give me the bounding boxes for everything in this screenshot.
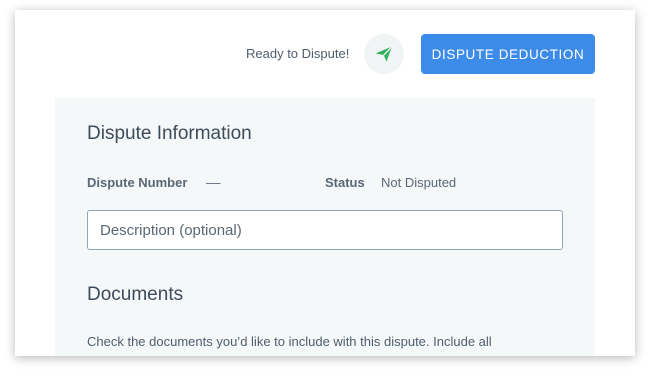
dispute-card: Ready to Dispute! DISPUTE DEDUCTION Disp… — [15, 10, 635, 356]
ready-status-text: Ready to Dispute! — [246, 46, 350, 61]
dispute-number-value: –– — [206, 175, 221, 190]
documents-description: Check the documents you’d like to includ… — [87, 334, 492, 349]
description-input[interactable] — [87, 210, 563, 250]
status-label: Status — [325, 175, 365, 190]
dispute-information-heading: Dispute Information — [87, 123, 252, 144]
dispute-deduction-button[interactable]: DISPUTE DEDUCTION — [421, 34, 595, 74]
dispute-number-label: Dispute Number — [87, 175, 188, 190]
documents-heading: Documents — [87, 284, 184, 305]
dispute-panel: Dispute Information Dispute Number –– St… — [55, 98, 595, 356]
ready-indicator — [364, 34, 404, 74]
status-value: Not Disputed — [381, 175, 457, 190]
paper-plane-icon — [375, 46, 393, 62]
